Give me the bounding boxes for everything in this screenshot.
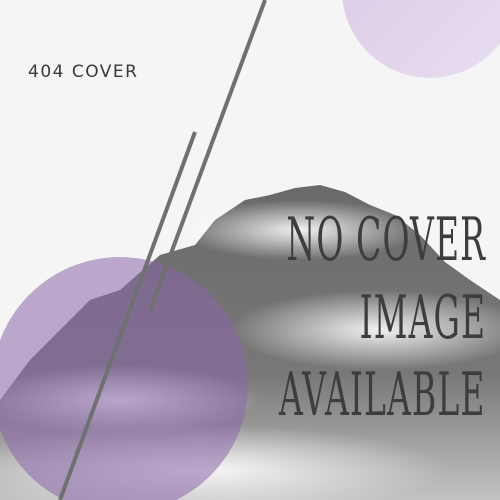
headline-line: AVAILABLE: [279, 360, 486, 430]
cover-tag: 404 COVER: [28, 62, 139, 82]
headline-line: NO COVER: [286, 205, 486, 275]
headline-line: IMAGE: [359, 283, 486, 353]
cover-canvas: 404 COVER NO COVER IMAGE AVAILABLE: [0, 0, 500, 500]
